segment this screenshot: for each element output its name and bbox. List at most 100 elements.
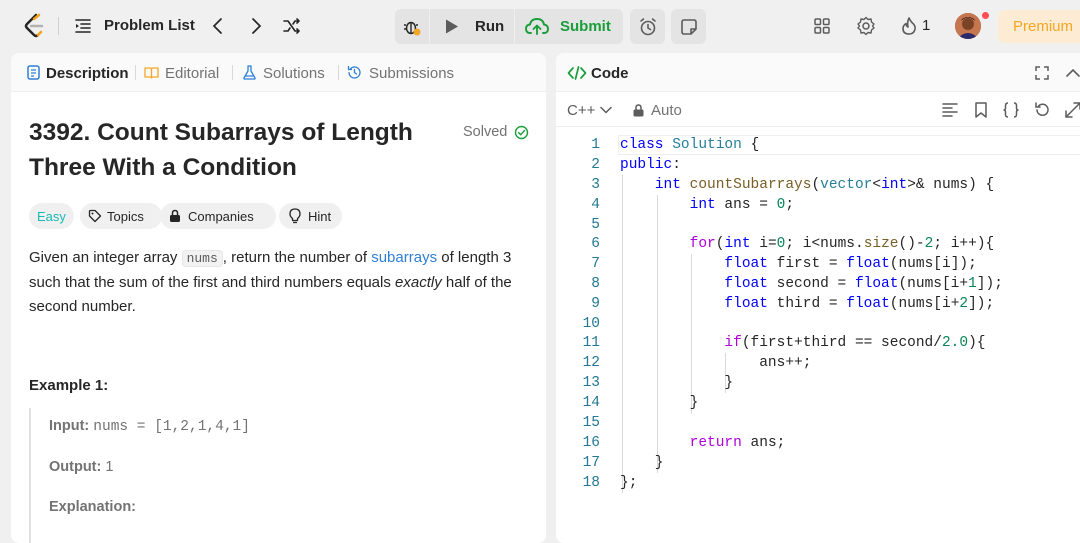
line-number: 1: [591, 137, 600, 153]
input-label: Input:: [49, 418, 90, 434]
code-line: 2 public:: [556, 155, 1080, 175]
book-icon: [144, 67, 159, 79]
avatar[interactable]: [955, 13, 981, 39]
code-line: 14 }: [556, 393, 1080, 413]
line-number: 2: [591, 157, 600, 173]
subarrays-link[interactable]: subarrays: [371, 249, 437, 266]
example-input: Input: nums = [1,2,1,4,1]: [49, 418, 250, 435]
run-label: Run: [475, 18, 505, 35]
tab-divider: [232, 65, 233, 80]
desc-text: , return the number of: [222, 249, 372, 266]
line-number: 8: [591, 276, 600, 292]
notification-dot: [982, 12, 989, 19]
divider: [58, 17, 59, 35]
tab-divider: [338, 65, 339, 80]
line-number: 10: [582, 316, 600, 332]
premium-button[interactable]: Premium: [998, 10, 1080, 43]
line-number: 6: [591, 236, 600, 252]
fire-icon[interactable]: [899, 16, 919, 36]
line-number: 11: [582, 335, 600, 351]
submit-label: Submit: [560, 18, 611, 35]
hint-tag[interactable]: Hint: [279, 203, 342, 229]
submit-button[interactable]: Submit: [516, 9, 623, 44]
chevron-down-icon[interactable]: [600, 105, 612, 115]
code-line: 7 float first = float(nums[i]);: [556, 254, 1080, 274]
line-number: 4: [591, 197, 600, 213]
tab-solutions[interactable]: Solutions: [263, 65, 325, 82]
code-header: Code: [556, 53, 1080, 92]
example-block: Input: nums = [1,2,1,4,1] Output: 1 Expl…: [29, 408, 519, 543]
desc-text: Given an integer array: [29, 249, 182, 266]
cloud-upload-icon: [525, 18, 549, 35]
chevron-right-icon[interactable]: [246, 16, 266, 36]
undo-icon[interactable]: [1033, 101, 1051, 119]
bookmark-icon[interactable]: [972, 101, 990, 119]
topics-label: Topics: [107, 209, 144, 224]
code-line: 9 float third = float(nums[i+2]);: [556, 294, 1080, 314]
streak-count: 1: [922, 17, 931, 34]
layout-icon[interactable]: [812, 16, 832, 36]
shuffle-icon[interactable]: [282, 16, 302, 36]
companies-tag[interactable]: Companies: [160, 203, 276, 229]
inline-code: nums: [181, 250, 223, 267]
gear-icon[interactable]: [856, 16, 876, 36]
bulb-icon: [289, 208, 301, 224]
problem-list-link[interactable]: Problem List: [104, 17, 195, 34]
tab-editorial[interactable]: Editorial: [165, 65, 219, 82]
play-icon: [446, 19, 458, 34]
tab-description[interactable]: Description: [46, 65, 129, 82]
line-number: 15: [582, 415, 600, 431]
code-panel-title: Code: [591, 65, 629, 82]
tab-submissions[interactable]: Submissions: [369, 65, 454, 82]
desc-emphasis: exactly: [395, 274, 442, 291]
line-number: 3: [591, 177, 600, 193]
note-icon: [680, 18, 697, 35]
example-output: Output: 1: [49, 459, 113, 475]
code-line: 3 int countSubarrays(vector<int>& nums) …: [556, 175, 1080, 195]
debug-button[interactable]: [395, 9, 430, 44]
premium-label: Premium: [1013, 18, 1074, 35]
expand-icon[interactable]: [1034, 65, 1050, 81]
expand-icon[interactable]: [1064, 101, 1080, 119]
lock-icon: [170, 209, 180, 222]
topics-tag[interactable]: Topics: [80, 203, 162, 229]
code-line: 13 }: [556, 373, 1080, 393]
line-number: 7: [591, 256, 600, 272]
line-number: 18: [582, 475, 600, 491]
leetcode-logo-icon[interactable]: [22, 13, 48, 39]
difficulty-badge[interactable]: Easy: [29, 203, 74, 229]
line-number: 17: [582, 455, 600, 471]
line-number: 12: [582, 355, 600, 371]
code-line: 1 class Solution {: [556, 135, 1080, 155]
code-icon: [567, 66, 587, 80]
chevron-left-icon[interactable]: [208, 16, 228, 36]
line-number: 14: [582, 395, 600, 411]
code-line: 15: [556, 413, 1080, 433]
line-number: 5: [591, 217, 600, 233]
difficulty-label: Easy: [37, 209, 66, 224]
braces-icon[interactable]: [1002, 101, 1020, 119]
history-icon: [347, 65, 361, 79]
code-line: 17 }: [556, 453, 1080, 473]
language-select[interactable]: C++: [567, 102, 595, 119]
collapse-icon[interactable]: [1065, 65, 1080, 81]
code-line: 10: [556, 314, 1080, 334]
tab-divider: [135, 65, 136, 80]
example-explanation: Explanation:: [49, 499, 136, 515]
notes-button[interactable]: [671, 9, 706, 44]
problem-description: Given an integer array nums, return the …: [29, 246, 534, 319]
debug-icon: [404, 21, 421, 35]
run-submit-group: Run Submit: [395, 9, 623, 44]
format-icon[interactable]: [941, 101, 959, 119]
list-icon[interactable]: [74, 17, 92, 35]
output-label: Output:: [49, 459, 102, 475]
check-circle-icon: [514, 125, 529, 140]
run-button[interactable]: Run: [431, 9, 515, 44]
input-value: nums = [1,2,1,4,1]: [93, 419, 250, 435]
code-line: 5: [556, 215, 1080, 235]
companies-label: Companies: [188, 209, 254, 224]
auto-mode-label[interactable]: Auto: [651, 102, 682, 119]
timer-button[interactable]: [630, 9, 665, 44]
top-bar: Problem List Run Submit 1 Premium: [0, 0, 1080, 53]
hint-label: Hint: [308, 209, 332, 224]
